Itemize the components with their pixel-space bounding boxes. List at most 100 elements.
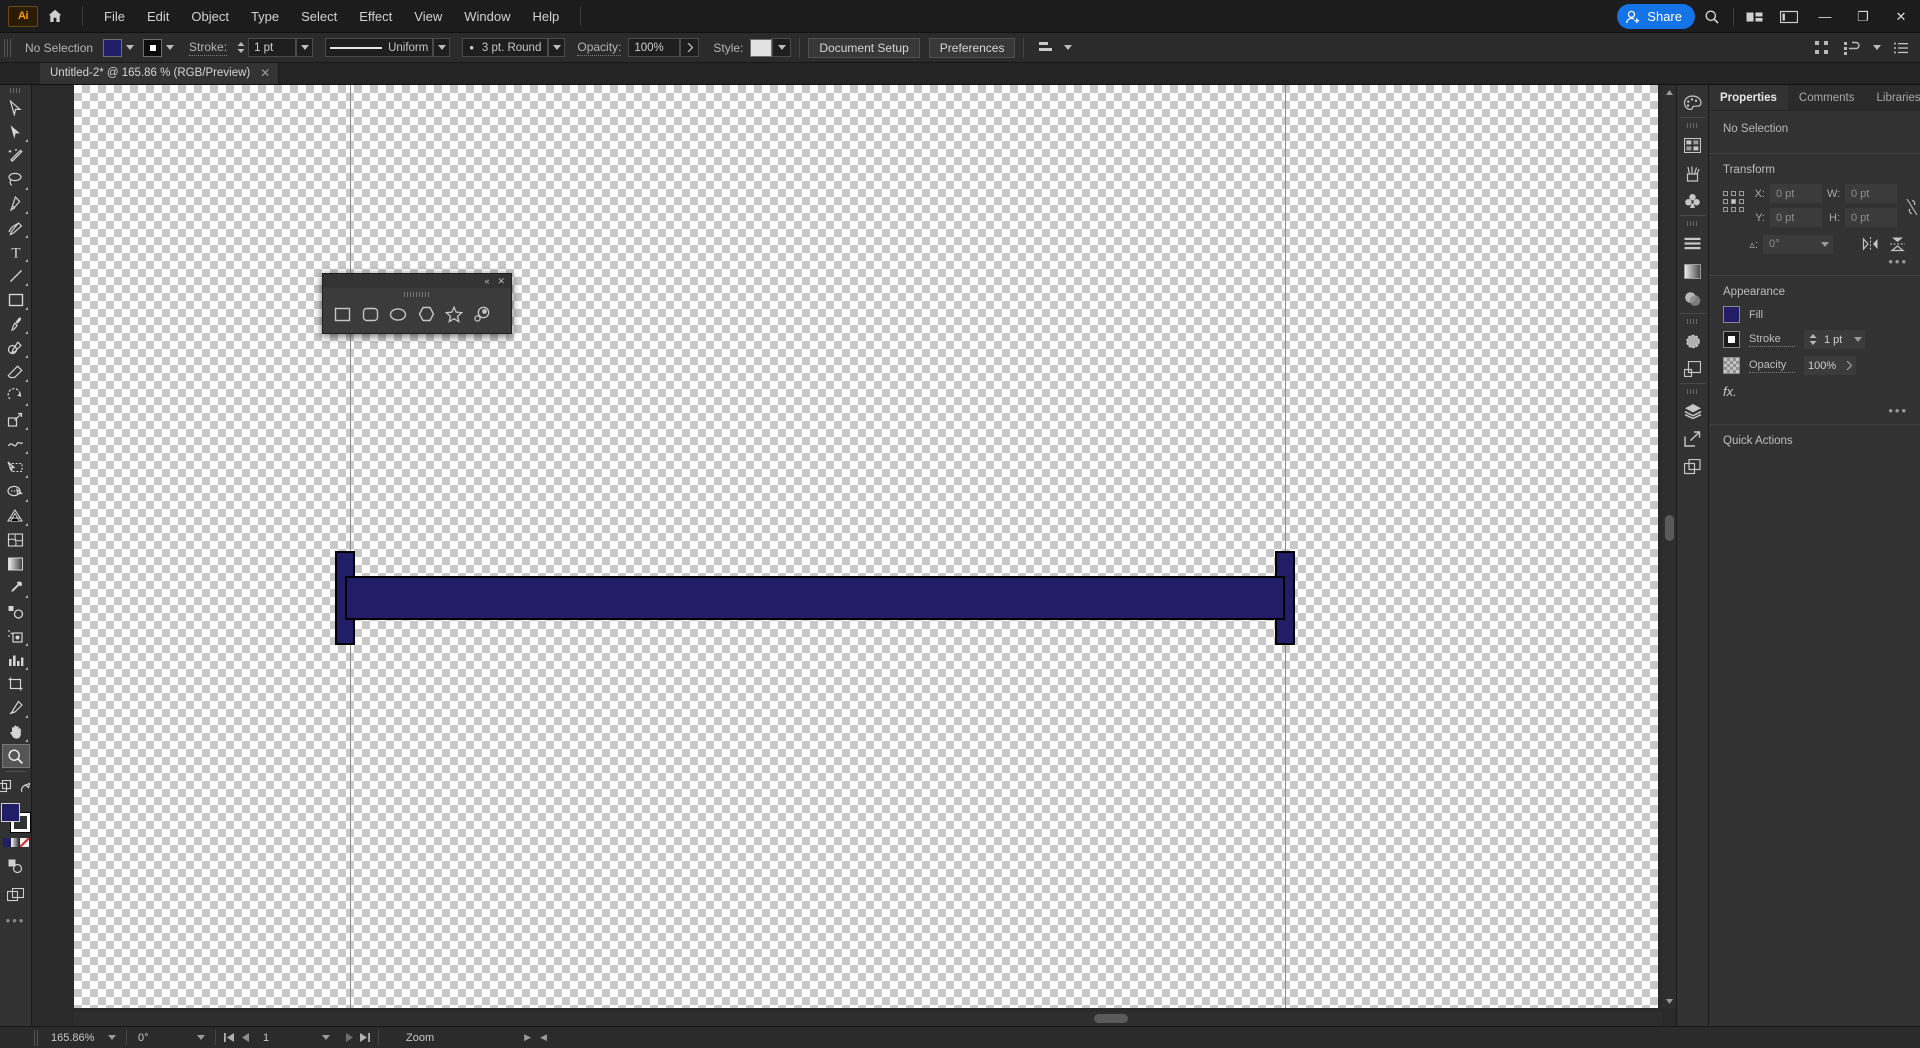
pathfinder-icon[interactable] bbox=[1678, 327, 1708, 355]
close-icon[interactable]: ✕ bbox=[497, 276, 505, 287]
arrange-documents-icon[interactable] bbox=[1738, 0, 1772, 33]
appearance-fx-button[interactable]: fx. bbox=[1709, 382, 1920, 403]
dock-group-grip-4[interactable] bbox=[1686, 389, 1699, 394]
align-dropdown[interactable] bbox=[1060, 38, 1076, 57]
zoom-tool[interactable] bbox=[1, 744, 30, 768]
tab-libraries[interactable]: Libraries bbox=[1866, 85, 1920, 110]
gradient-button[interactable] bbox=[11, 838, 20, 847]
paintbrush-tool[interactable] bbox=[2, 312, 30, 336]
fill-color-swatch[interactable] bbox=[103, 38, 123, 57]
distribute-icon[interactable] bbox=[1839, 35, 1865, 61]
appearance-fill-swatch[interactable] bbox=[1723, 306, 1740, 323]
rounded-rectangle-tool[interactable] bbox=[359, 303, 381, 325]
eyedropper-tool[interactable] bbox=[2, 576, 30, 600]
home-icon[interactable] bbox=[38, 0, 72, 33]
stroke-weight-stepper[interactable] bbox=[235, 42, 246, 53]
graphic-style-swatch[interactable] bbox=[750, 38, 773, 57]
stroke-profile-dropdown[interactable] bbox=[433, 38, 451, 57]
flip-vertical-icon[interactable] bbox=[1886, 234, 1908, 254]
image-trace-icon[interactable] bbox=[1678, 355, 1708, 383]
fill-color-dropdown[interactable] bbox=[122, 38, 138, 57]
document-tab-close-icon[interactable]: ✕ bbox=[260, 66, 270, 80]
tab-properties[interactable]: Properties bbox=[1709, 85, 1788, 110]
angle-select[interactable]: 0° bbox=[1763, 234, 1833, 254]
align-icon[interactable] bbox=[1678, 229, 1708, 257]
column-graph-tool[interactable] bbox=[2, 648, 30, 672]
fill-color-indicator[interactable] bbox=[0, 803, 20, 822]
artboard-tool[interactable] bbox=[2, 672, 30, 696]
window-maximize-button[interactable]: ❐ bbox=[1844, 0, 1882, 33]
arrange-grid-icon[interactable] bbox=[1809, 35, 1835, 61]
menu-effect[interactable]: Effect bbox=[348, 3, 403, 30]
rectangle-tool[interactable] bbox=[331, 303, 353, 325]
scroll-up-arrow[interactable] bbox=[1662, 85, 1676, 99]
appearance-opacity-swatch[interactable] bbox=[1723, 357, 1740, 374]
opacity-label[interactable]: Opacity: bbox=[577, 40, 622, 56]
magic-wand-tool[interactable] bbox=[2, 144, 30, 168]
document-setup-button[interactable]: Document Setup bbox=[808, 37, 920, 58]
layers-icon[interactable] bbox=[1678, 397, 1708, 425]
color-button[interactable] bbox=[2, 838, 12, 847]
share-button[interactable]: Share bbox=[1617, 4, 1695, 29]
selection-tool[interactable] bbox=[2, 96, 30, 120]
constrain-proportions-icon[interactable] bbox=[1905, 184, 1919, 216]
window-close-button[interactable]: ✕ bbox=[1882, 0, 1920, 33]
flare-tool[interactable] bbox=[471, 303, 493, 325]
zoom-level-value[interactable]: 165.86% bbox=[45, 1028, 103, 1047]
scale-tool[interactable] bbox=[2, 408, 30, 432]
drawing-modes-icon[interactable] bbox=[2, 854, 30, 878]
previous-artboard-button[interactable] bbox=[237, 1029, 253, 1047]
reference-point-selector[interactable] bbox=[1723, 191, 1744, 212]
scroll-down-arrow[interactable] bbox=[1662, 994, 1676, 1008]
star-tool[interactable] bbox=[443, 303, 465, 325]
menu-window[interactable]: Window bbox=[453, 3, 521, 30]
transform-more-options-icon[interactable]: ••• bbox=[1709, 254, 1920, 269]
appearance-stroke-label[interactable]: Stroke bbox=[1749, 333, 1795, 347]
polygon-tool[interactable] bbox=[415, 303, 437, 325]
appearance-stroke-weight[interactable]: 1 pt bbox=[1824, 334, 1850, 346]
tools-panel-grip[interactable] bbox=[9, 88, 22, 93]
direct-selection-tool[interactable] bbox=[2, 120, 30, 144]
stroke-color-swatch[interactable] bbox=[143, 38, 163, 57]
rotation-dropdown[interactable] bbox=[192, 1029, 210, 1047]
shapes-flyout-panel[interactable]: « ✕ bbox=[322, 273, 512, 334]
blend-tool[interactable] bbox=[2, 600, 30, 624]
menu-help[interactable]: Help bbox=[521, 3, 570, 30]
gradient-icon[interactable] bbox=[1678, 257, 1708, 285]
rotation-value[interactable]: 0° bbox=[132, 1028, 162, 1047]
edit-toolbar-icon[interactable]: ••• bbox=[6, 913, 26, 928]
symbols-icon[interactable] bbox=[1678, 187, 1708, 215]
pen-tool[interactable] bbox=[2, 192, 30, 216]
shape-builder-tool[interactable] bbox=[2, 480, 30, 504]
eraser-tool[interactable] bbox=[2, 360, 30, 384]
control-bar-grip[interactable] bbox=[4, 38, 11, 57]
preferences-button[interactable]: Preferences bbox=[928, 37, 1016, 58]
canvas-vertical-scroll-thumb[interactable] bbox=[1665, 515, 1674, 541]
last-artboard-button[interactable] bbox=[357, 1029, 373, 1047]
appearance-opacity-value[interactable]: 100% bbox=[1808, 360, 1836, 372]
appearance-stroke-stepper[interactable] bbox=[1807, 334, 1818, 345]
transparency-icon[interactable] bbox=[1678, 285, 1708, 313]
screen-mode-icon[interactable] bbox=[2, 883, 30, 907]
swatches-icon[interactable] bbox=[1678, 131, 1708, 159]
menu-view[interactable]: View bbox=[403, 3, 453, 30]
brushes-icon[interactable] bbox=[1678, 159, 1708, 187]
artboard-canvas[interactable] bbox=[74, 85, 1658, 1008]
line-segment-tool[interactable] bbox=[2, 264, 30, 288]
w-field[interactable]: 0 pt bbox=[1845, 184, 1897, 203]
status-back-icon[interactable]: ◀ bbox=[540, 1032, 547, 1043]
none-button[interactable] bbox=[19, 838, 29, 847]
curvature-tool[interactable] bbox=[2, 216, 30, 240]
artwork-shape-group[interactable] bbox=[335, 551, 1295, 645]
appearance-stroke-swatch[interactable] bbox=[1723, 331, 1740, 348]
zoom-level-dropdown[interactable] bbox=[103, 1029, 121, 1047]
canvas-horizontal-scroll-thumb[interactable] bbox=[1094, 1014, 1128, 1023]
flip-horizontal-icon[interactable] bbox=[1859, 234, 1881, 254]
shapes-panel-grip[interactable] bbox=[323, 288, 511, 300]
ellipse-tool[interactable] bbox=[387, 303, 409, 325]
panel-options-icon[interactable] bbox=[1888, 35, 1914, 61]
dock-group-grip-1[interactable] bbox=[1686, 123, 1699, 128]
stroke-weight-label[interactable]: Stroke: bbox=[189, 40, 228, 56]
lasso-tool[interactable] bbox=[2, 168, 30, 192]
window-minimize-button[interactable]: — bbox=[1806, 0, 1844, 33]
